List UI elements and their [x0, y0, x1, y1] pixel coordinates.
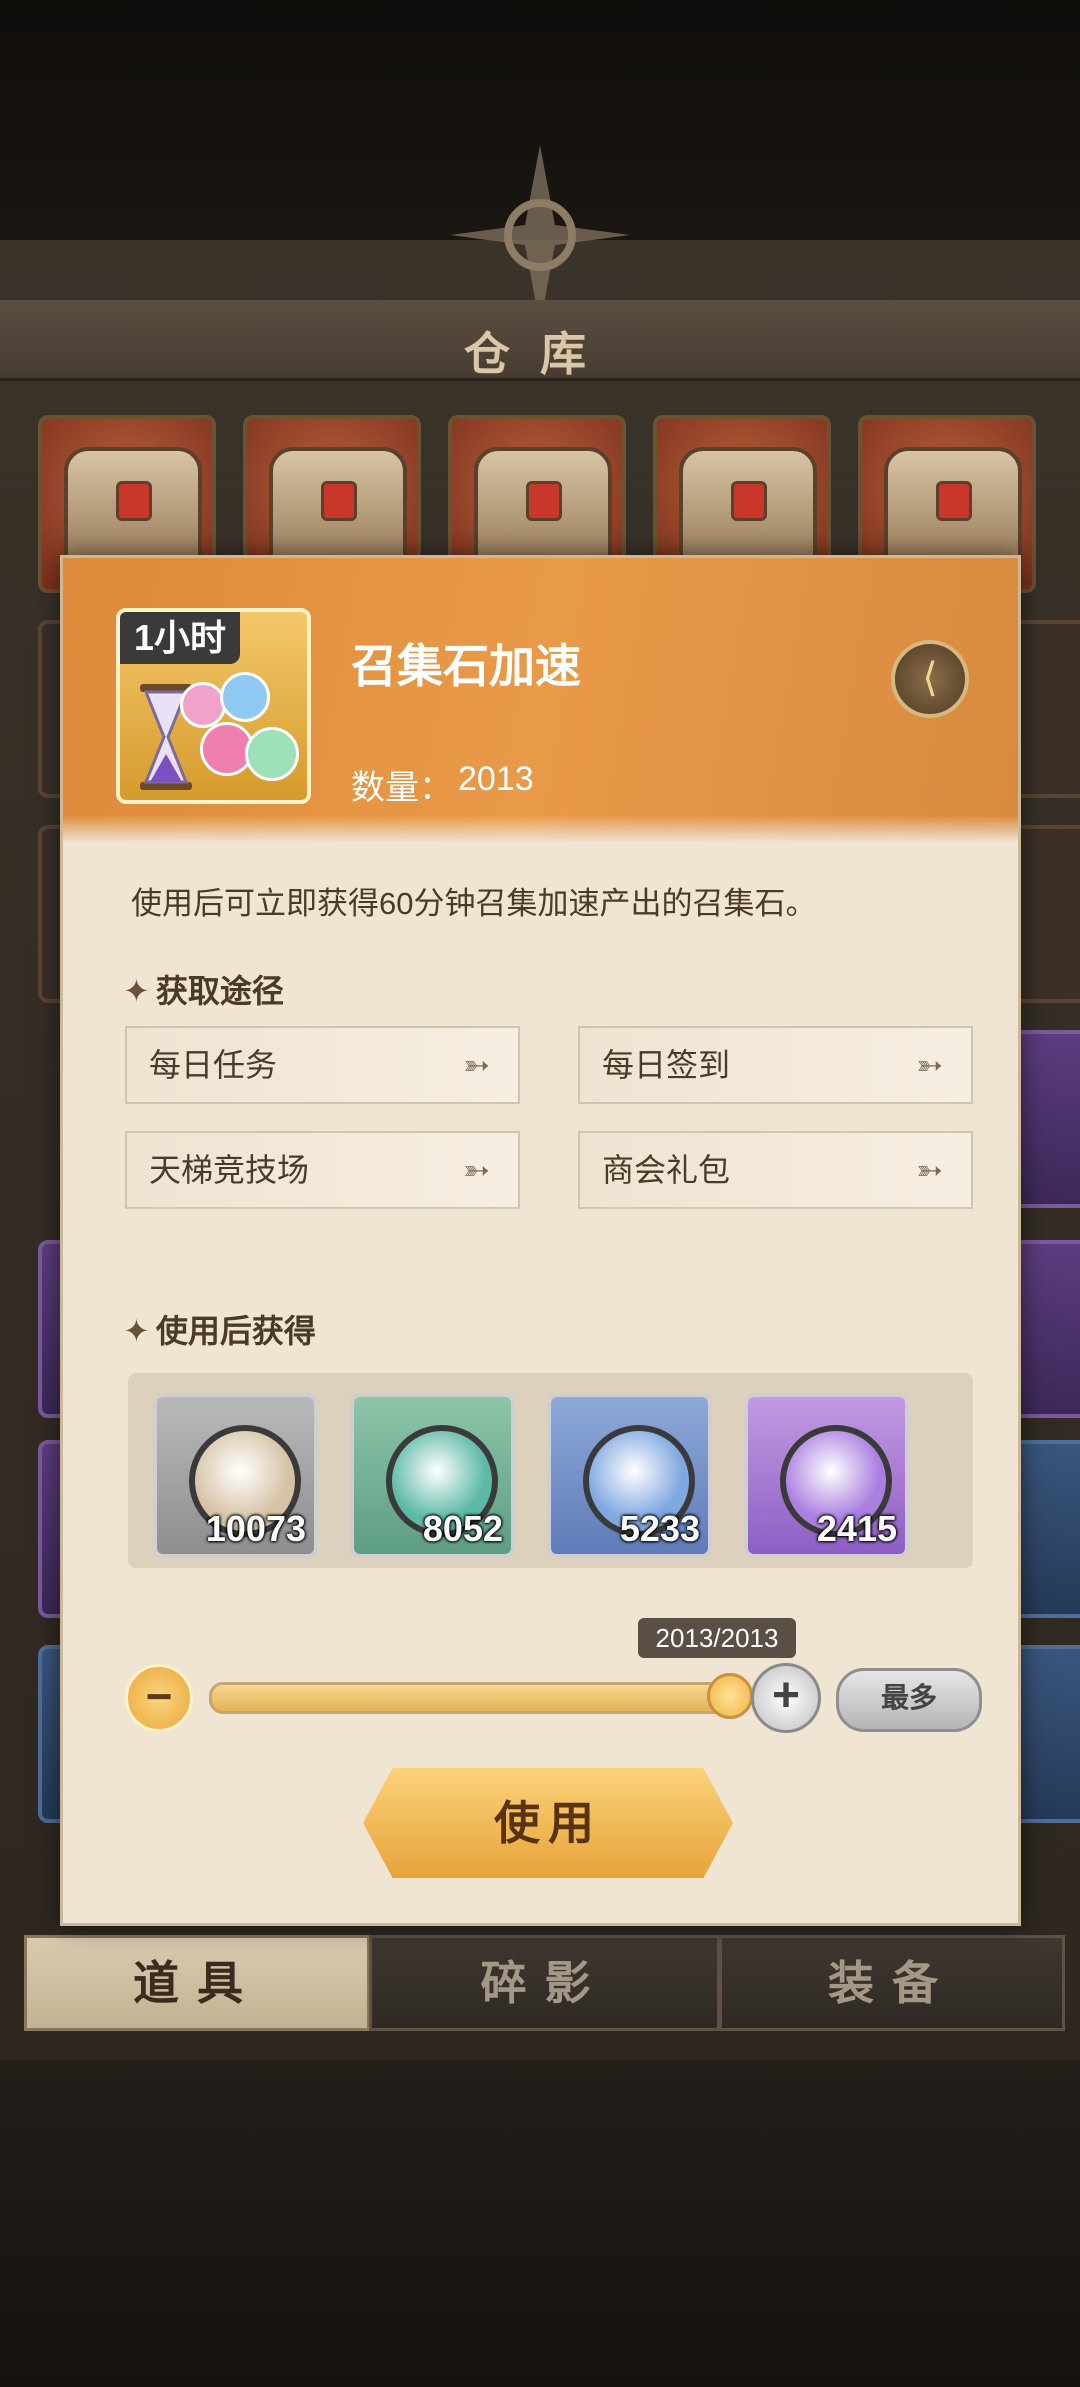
tab-items[interactable]: 道具 [24, 1935, 370, 2031]
reward-stone-rare[interactable]: 5233 [547, 1393, 712, 1558]
chest-icon [679, 447, 817, 565]
item-count-label: 数量： [351, 769, 453, 807]
plus-icon: + [771, 1669, 801, 1722]
reward-count: 2415 [816, 1508, 897, 1549]
item-icon: 1小时 [116, 608, 311, 804]
star-icon: ✦ [123, 1313, 150, 1349]
rewards-title: ✦ 使用后获得 [123, 1306, 316, 1352]
warehouse-tabbar: 道具 碎影 装备 [14, 1935, 1066, 2031]
gem-icon [220, 672, 270, 722]
source-guild-pack[interactable]: 商会礼包 ➳ [578, 1131, 973, 1209]
arrow-icon: ➳ [916, 1152, 943, 1188]
chest-icon [64, 447, 202, 565]
star-icon: ✦ [123, 973, 150, 1009]
sources-title: ✦ 获取途径 [123, 966, 284, 1012]
max-button[interactable]: 最多 [836, 1668, 982, 1732]
source-label: 天梯竞技场 [149, 1152, 310, 1188]
sources-title-text: 获取途径 [155, 973, 284, 1009]
arrow-icon: ➳ [916, 1047, 943, 1083]
share-arrow-icon: ⟨ [922, 656, 938, 700]
decrease-button[interactable]: − [125, 1664, 193, 1732]
gem-icon [245, 727, 299, 781]
quantity-slider[interactable] [209, 1682, 733, 1714]
goto-button[interactable]: ⟨ [891, 640, 969, 718]
source-daily-checkin[interactable]: 每日签到 ➳ [578, 1026, 973, 1104]
item-description: 使用后可立即获得60分钟召集加速产出的召集石。 [131, 886, 817, 921]
reward-count: 10073 [205, 1508, 306, 1549]
item-detail-dialog: 1小时 召集石加速 数量： 2013 ⟨ 使用后可立即获得60分钟召集加速产出的… [60, 555, 1021, 1926]
quantity-slider-area: 2013/2013 − + 最多 [63, 1618, 1018, 1733]
source-label: 每日签到 [602, 1047, 731, 1083]
duration-tag: 1小时 [120, 612, 240, 664]
source-ladder-arena[interactable]: 天梯竞技场 ➳ [125, 1131, 520, 1209]
source-label: 商会礼包 [602, 1152, 731, 1188]
bottom-nav-background [0, 2060, 1080, 2387]
reward-stone-epic[interactable]: 2415 [744, 1393, 909, 1558]
tab-shards[interactable]: 碎影 [369, 1935, 720, 2031]
item-name: 召集石加速 [351, 639, 581, 693]
rewards-panel: 10073 8052 5233 2415 [128, 1373, 973, 1568]
reward-stone-uncommon[interactable]: 8052 [350, 1393, 515, 1558]
item-count: 2013 [458, 760, 534, 798]
arrow-icon: ➳ [463, 1047, 490, 1083]
tab-equipment[interactable]: 装备 [719, 1935, 1065, 2031]
reward-stone-common[interactable]: 10073 [153, 1393, 318, 1558]
gem-icon [180, 682, 226, 728]
reward-count: 8052 [422, 1508, 503, 1549]
source-daily-tasks[interactable]: 每日任务 ➳ [125, 1026, 520, 1104]
chest-icon [884, 447, 1022, 565]
quantity-tooltip: 2013/2013 [638, 1618, 796, 1658]
warehouse-title: 仓库 [464, 327, 616, 381]
chest-icon [474, 447, 612, 565]
minus-icon: − [145, 1670, 173, 1722]
reward-count: 5233 [619, 1508, 700, 1549]
increase-button[interactable]: + [751, 1663, 821, 1733]
use-button[interactable]: 使用 [363, 1768, 733, 1878]
arrow-icon: ➳ [463, 1152, 490, 1188]
chest-icon [269, 447, 407, 565]
source-label: 每日任务 [149, 1047, 278, 1083]
rewards-title-text: 使用后获得 [155, 1313, 316, 1349]
slider-handle[interactable] [707, 1673, 753, 1719]
